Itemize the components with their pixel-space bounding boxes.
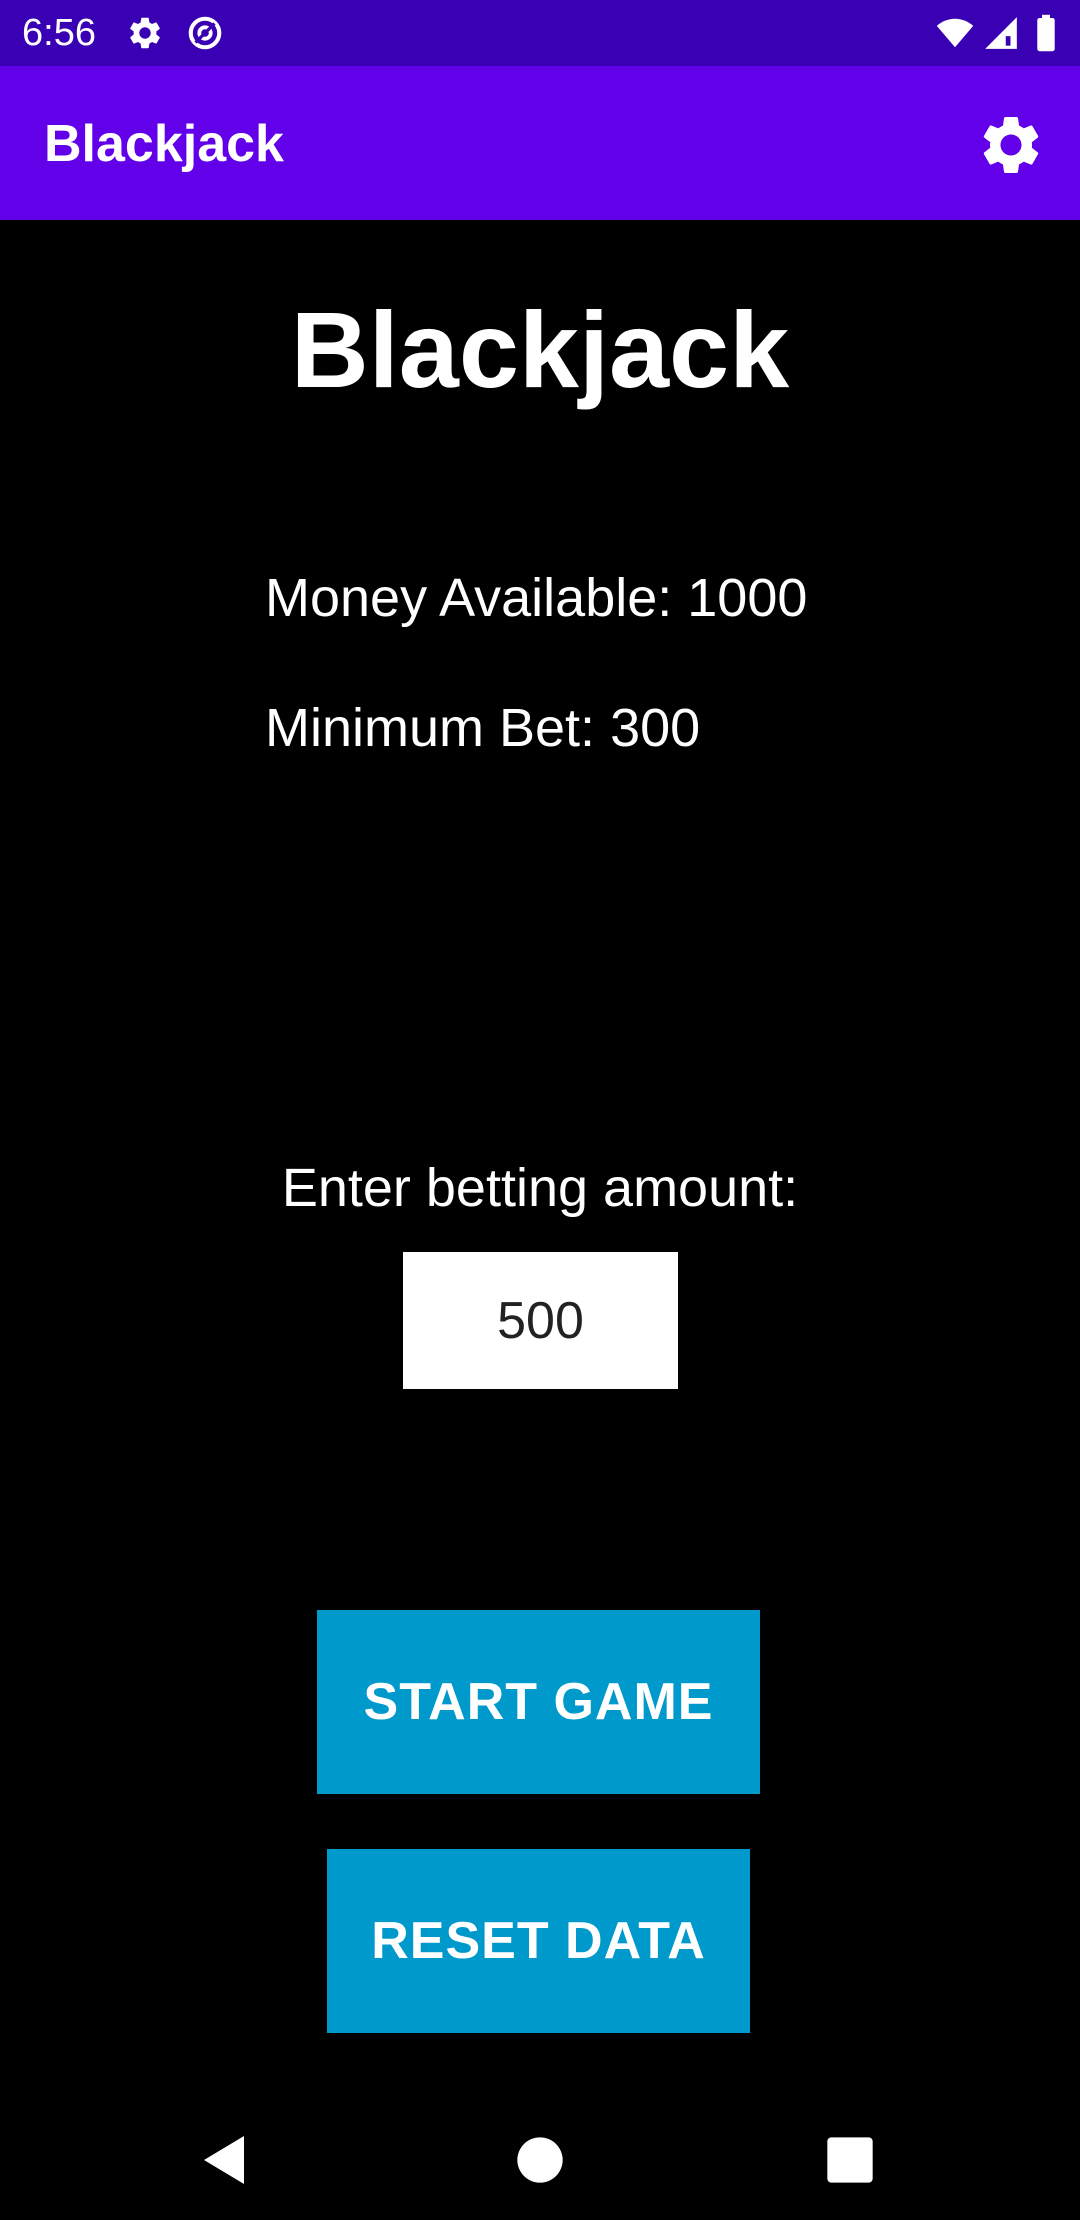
settings-button[interactable] xyxy=(976,110,1046,180)
recents-icon xyxy=(827,2137,873,2183)
back-button[interactable] xyxy=(196,2128,260,2192)
at-sign-icon xyxy=(186,14,224,52)
battery-icon xyxy=(1034,14,1058,52)
app-bar: Blackjack xyxy=(0,66,1080,220)
home-button[interactable] xyxy=(508,2128,572,2192)
navigation-bar xyxy=(0,2100,1080,2220)
status-bar: 6:56 xyxy=(0,0,1080,66)
status-time: 6:56 xyxy=(22,12,96,54)
minimum-bet-text: Minimum Bet: 300 xyxy=(265,698,701,758)
money-available-text: Money Available: 1000 xyxy=(265,568,808,628)
gear-icon xyxy=(126,14,164,52)
bet-amount-input[interactable] xyxy=(403,1252,678,1389)
reset-data-button[interactable]: RESET DATA xyxy=(327,1849,750,2033)
start-game-button[interactable]: START GAME xyxy=(317,1610,760,1794)
gear-icon xyxy=(983,117,1039,173)
app-bar-title: Blackjack xyxy=(44,115,284,173)
home-icon xyxy=(517,2137,563,2183)
screen: 6:56 Blackjack Blackjack Money Available… xyxy=(0,0,1080,2220)
page-title: Blackjack xyxy=(290,289,790,410)
back-icon xyxy=(204,2136,244,2184)
cell-signal-icon xyxy=(982,14,1020,52)
bet-amount-label: Enter betting amount: xyxy=(281,1158,799,1218)
recents-button[interactable] xyxy=(818,2128,882,2192)
wifi-icon xyxy=(934,14,976,52)
